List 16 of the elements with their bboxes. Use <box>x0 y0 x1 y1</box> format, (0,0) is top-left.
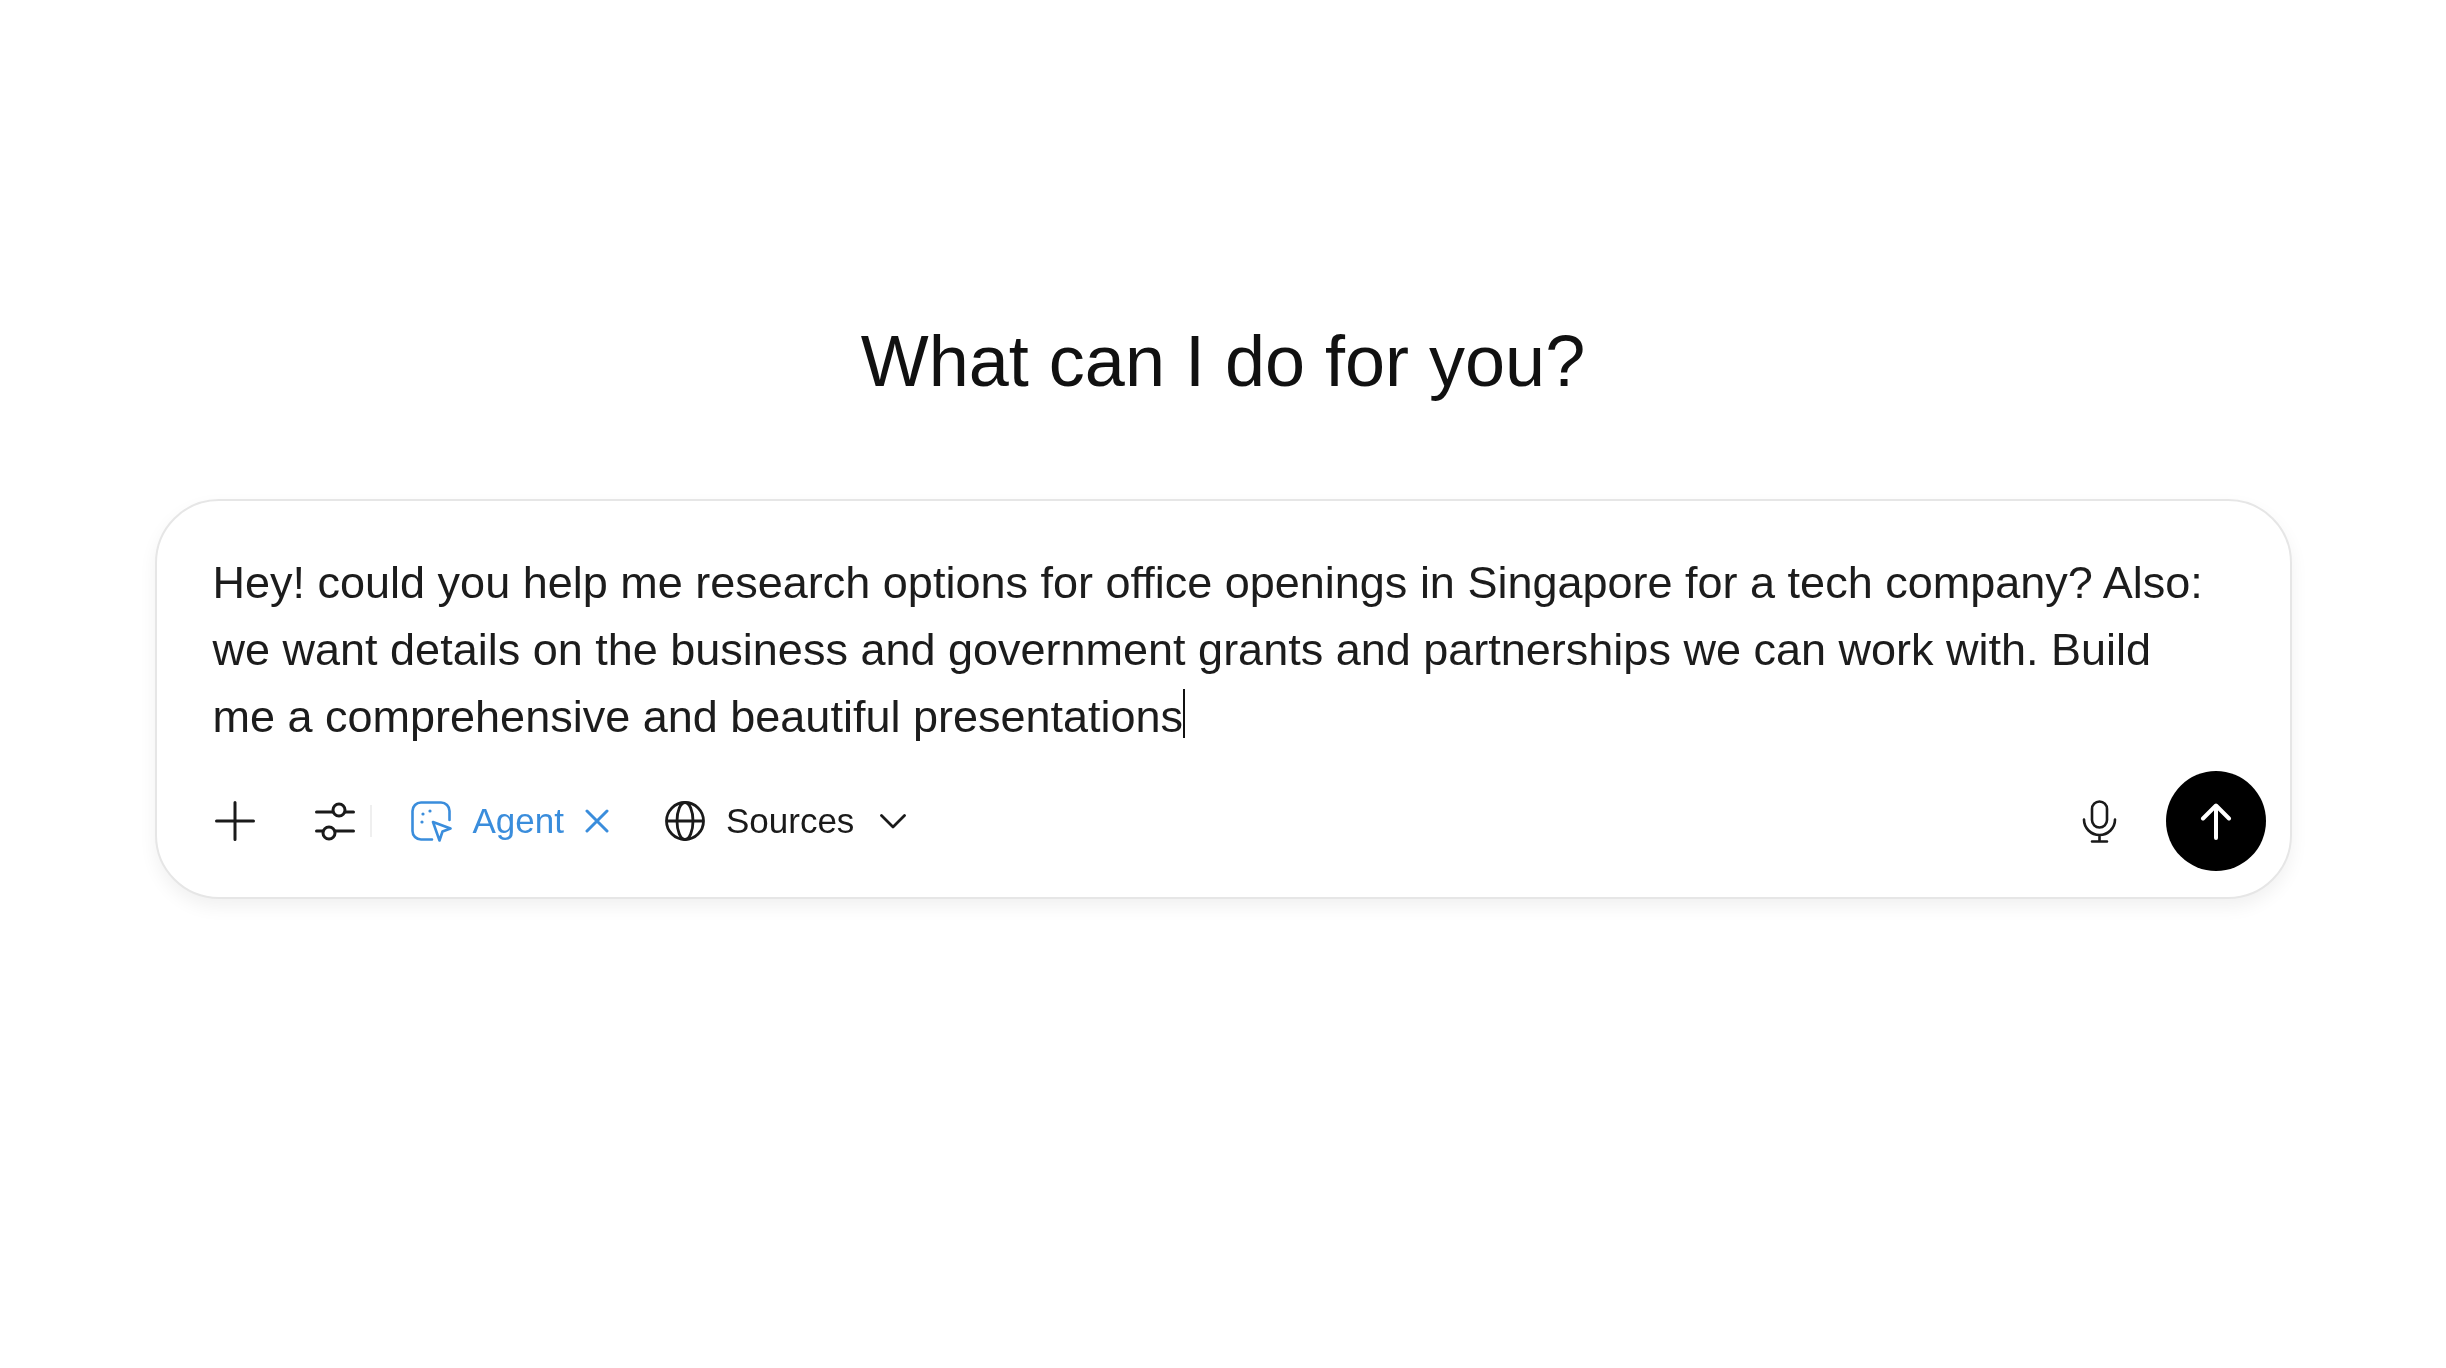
prompt-input[interactable]: Hey! could you help me research options for office openings in Singapore for a tech company? Also: we want details on the business and government grants and partnerships we can work with. Build me a comprehensive and beautiful presentations <box>212 549 2215 750</box>
page-heading: What can I do for you? <box>860 320 1586 403</box>
microphone-button[interactable] <box>2081 799 2117 843</box>
globe-icon <box>664 801 705 841</box>
plus-icon <box>214 801 255 841</box>
pointer-square-icon <box>410 800 452 842</box>
microphone-icon <box>2081 799 2117 843</box>
close-icon <box>584 809 609 833</box>
text-cursor <box>1183 689 1186 738</box>
add-button[interactable] <box>214 801 255 841</box>
remove-mode-button[interactable] <box>584 809 609 833</box>
settings-button[interactable] <box>314 801 355 841</box>
chevron-down-icon <box>880 813 907 829</box>
sliders-icon <box>314 801 355 841</box>
sources-button[interactable]: Sources <box>664 800 907 842</box>
arrow-up-icon <box>2199 802 2232 840</box>
